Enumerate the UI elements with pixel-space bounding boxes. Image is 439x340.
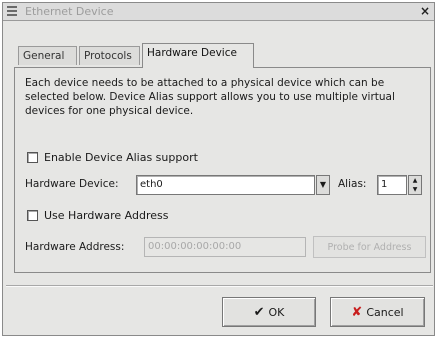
alias-label: Alias: [338, 178, 367, 190]
hardware-device-label: Hardware Device: [25, 178, 119, 190]
alias-spin-input[interactable]: 1 [377, 175, 407, 195]
tab-hardware-device[interactable]: Hardware Device [142, 43, 254, 68]
checkbox-box[interactable] [27, 151, 38, 163]
hardware-device-input[interactable]: eth0 [136, 175, 315, 195]
window-menu-icon[interactable] [7, 6, 17, 16]
chevron-down-icon[interactable]: ▼ [316, 175, 330, 195]
hardware-address-input[interactable]: 00:00:00:00:00:00 [144, 237, 306, 257]
alias-spin-buttons[interactable]: ▲ ▼ [408, 175, 422, 195]
ok-button-label: OK [268, 305, 285, 319]
probe-address-button[interactable]: Probe for Address [313, 236, 426, 258]
tab-protocols[interactable]: Protocols [79, 46, 140, 65]
enable-alias-checkbox[interactable]: Enable Device Alias support [27, 149, 198, 165]
tab-general[interactable]: General [18, 46, 77, 65]
hardware-address-label: Hardware Address: [25, 241, 125, 253]
use-hw-address-checkbox[interactable]: Use Hardware Address [27, 207, 168, 223]
tab-label: Hardware Device [147, 47, 237, 59]
checkbox-box[interactable] [27, 209, 38, 221]
description-text: Each device needs to be attached to a ph… [25, 77, 395, 117]
separator [6, 285, 433, 287]
probe-button-label: Probe for Address [327, 241, 412, 253]
cancel-button[interactable]: ✘ Cancel [330, 297, 425, 327]
close-icon[interactable]: × [420, 4, 430, 18]
cancel-button-label: Cancel [366, 305, 404, 319]
enable-alias-label: Enable Device Alias support [44, 150, 198, 164]
tab-label: Protocols [84, 50, 132, 62]
window-title: Ethernet Device [25, 5, 114, 18]
spin-up-icon[interactable]: ▲ [409, 176, 421, 185]
spin-down-icon[interactable]: ▼ [409, 185, 421, 194]
tab-label: General [23, 50, 65, 62]
use-hw-address-label: Use Hardware Address [44, 208, 169, 222]
title-bar: Ethernet Device × [3, 3, 434, 21]
ok-icon: ✔ [253, 304, 265, 320]
ok-button[interactable]: ✔ OK [222, 297, 316, 327]
cancel-icon: ✘ [351, 304, 363, 320]
